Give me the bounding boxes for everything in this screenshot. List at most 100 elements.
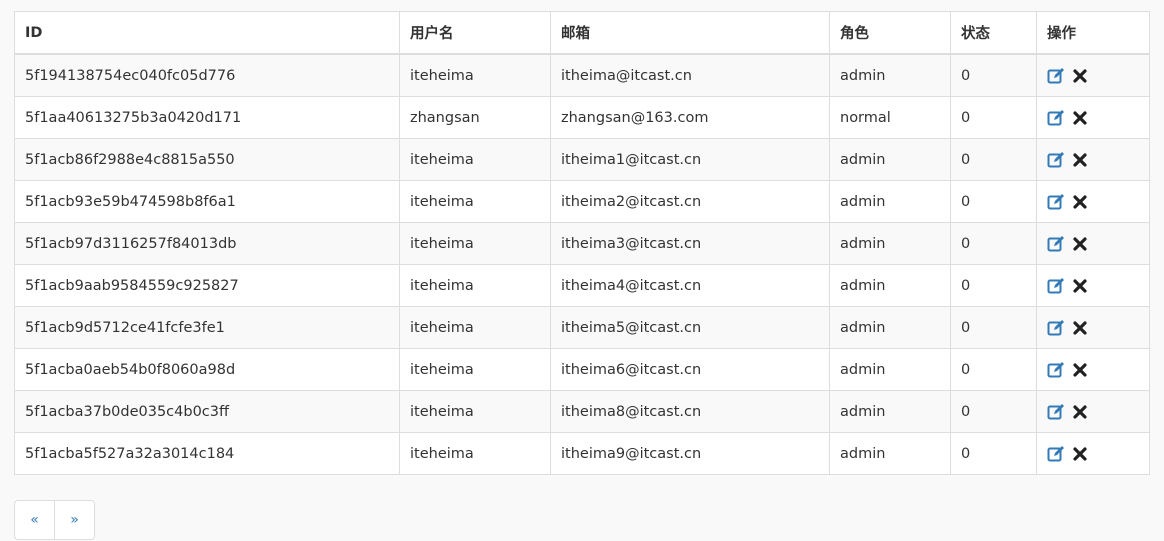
user-table: ID 用户名 邮箱 角色 状态 操作 5f194138754ec040fc05d… [14,11,1150,475]
row-actions [1047,140,1139,180]
column-header-actions: 操作 [1036,11,1150,55]
cell-id: 5f1aa40613275b3a0420d171 [14,96,400,139]
row-actions [1047,350,1139,390]
column-header-id: ID [14,11,400,55]
cell-username: iteheima [399,348,551,391]
delete-icon[interactable] [1071,403,1090,421]
cell-email: itheima3@itcast.cn [550,222,830,265]
cell-username: iteheima [399,264,551,307]
cell-status: 0 [950,53,1037,97]
cell-role: admin [829,348,951,391]
table-row: 5f194138754ec040fc05d776 iteheima itheima@… [14,53,1150,97]
cell-username: iteheima [399,138,551,181]
cell-role: admin [829,432,951,475]
cell-username: zhangsan [399,96,551,139]
cell-status: 0 [950,180,1037,223]
cell-actions [1036,96,1150,139]
row-actions [1047,308,1139,348]
cell-actions [1036,390,1150,433]
prev-page-button[interactable]: « [15,501,54,539]
delete-icon[interactable] [1071,151,1090,169]
table-row: 5f1acb93e59b474598b8f6a1 iteheima itheima2… [14,180,1150,223]
cell-id: 5f1acba37b0de035c4b0c3ff [14,390,400,433]
edit-icon[interactable] [1047,235,1066,253]
cell-username: iteheima [399,432,551,475]
cell-id: 5f1acba0aeb54b0f8060a98d [14,348,400,391]
cell-email: itheima4@itcast.cn [550,264,830,307]
cell-username: iteheima [399,306,551,349]
edit-icon[interactable] [1047,445,1066,463]
cell-actions [1036,306,1150,349]
pagination: « » [14,500,95,540]
cell-email: itheima2@itcast.cn [550,180,830,223]
edit-icon[interactable] [1047,319,1066,337]
cell-role: admin [829,306,951,349]
cell-actions [1036,264,1150,307]
edit-icon[interactable] [1047,193,1066,211]
cell-username: iteheima [399,390,551,433]
table-row: 5f1acba37b0de035c4b0c3ff iteheima itheima8… [14,390,1150,433]
cell-actions [1036,53,1150,97]
next-page-button[interactable]: » [54,501,94,539]
cell-status: 0 [950,348,1037,391]
cell-role: admin [829,180,951,223]
user-table-body: 5f194138754ec040fc05d776 iteheima itheima@… [14,53,1150,475]
table-row: 5f1acb86f2988e4c8815a550 iteheima itheima1… [14,138,1150,181]
column-header-status: 状态 [950,11,1037,55]
delete-icon[interactable] [1071,109,1090,127]
row-actions [1047,98,1139,138]
cell-role: admin [829,138,951,181]
row-actions [1047,266,1139,306]
cell-status: 0 [950,306,1037,349]
cell-id: 5f1acb97d3116257f84013db [14,222,400,265]
cell-actions [1036,180,1150,223]
edit-icon[interactable] [1047,67,1066,85]
cell-status: 0 [950,222,1037,265]
delete-icon[interactable] [1071,235,1090,253]
cell-role: normal [829,96,951,139]
cell-username: iteheima [399,53,551,97]
delete-icon[interactable] [1071,277,1090,295]
cell-id: 5f1acb9aab9584559c925827 [14,264,400,307]
delete-icon[interactable] [1071,319,1090,337]
table-row: 5f1acba5f527a32a3014c184 iteheima itheima9… [14,432,1150,475]
cell-email: itheima@itcast.cn [550,53,830,97]
delete-icon[interactable] [1071,445,1090,463]
edit-icon[interactable] [1047,277,1066,295]
cell-id: 5f194138754ec040fc05d776 [14,53,400,97]
cell-status: 0 [950,390,1037,433]
cell-actions [1036,432,1150,475]
edit-icon[interactable] [1047,403,1066,421]
cell-id: 5f1acb9d5712ce41fcfe3fe1 [14,306,400,349]
user-list-panel: ID 用户名 邮箱 角色 状态 操作 5f194138754ec040fc05d… [14,11,1150,475]
cell-email: itheima8@itcast.cn [550,390,830,433]
cell-email: itheima5@itcast.cn [550,306,830,349]
cell-status: 0 [950,96,1037,139]
delete-icon[interactable] [1071,67,1090,85]
cell-email: itheima6@itcast.cn [550,348,830,391]
row-actions [1047,392,1139,432]
cell-username: iteheima [399,222,551,265]
cell-status: 0 [950,264,1037,307]
cell-status: 0 [950,138,1037,181]
column-header-username: 用户名 [399,11,551,55]
table-row: 5f1acb9d5712ce41fcfe3fe1 iteheima itheima5… [14,306,1150,349]
column-header-role: 角色 [829,11,951,55]
edit-icon[interactable] [1047,361,1066,379]
table-row: 5f1acba0aeb54b0f8060a98d iteheima itheima6… [14,348,1150,391]
delete-icon[interactable] [1071,361,1090,379]
cell-role: admin [829,53,951,97]
column-header-email: 邮箱 [550,11,830,55]
edit-icon[interactable] [1047,151,1066,169]
table-row: 5f1acb97d3116257f84013db iteheima itheima3… [14,222,1150,265]
cell-id: 5f1acb93e59b474598b8f6a1 [14,180,400,223]
cell-status: 0 [950,432,1037,475]
cell-role: admin [829,222,951,265]
cell-email: itheima9@itcast.cn [550,432,830,475]
edit-icon[interactable] [1047,109,1066,127]
row-actions [1047,182,1139,222]
delete-icon[interactable] [1071,193,1090,211]
table-row: 5f1aa40613275b3a0420d171 zhangsan zhangsan… [14,96,1150,139]
row-actions [1047,434,1139,474]
cell-role: admin [829,390,951,433]
